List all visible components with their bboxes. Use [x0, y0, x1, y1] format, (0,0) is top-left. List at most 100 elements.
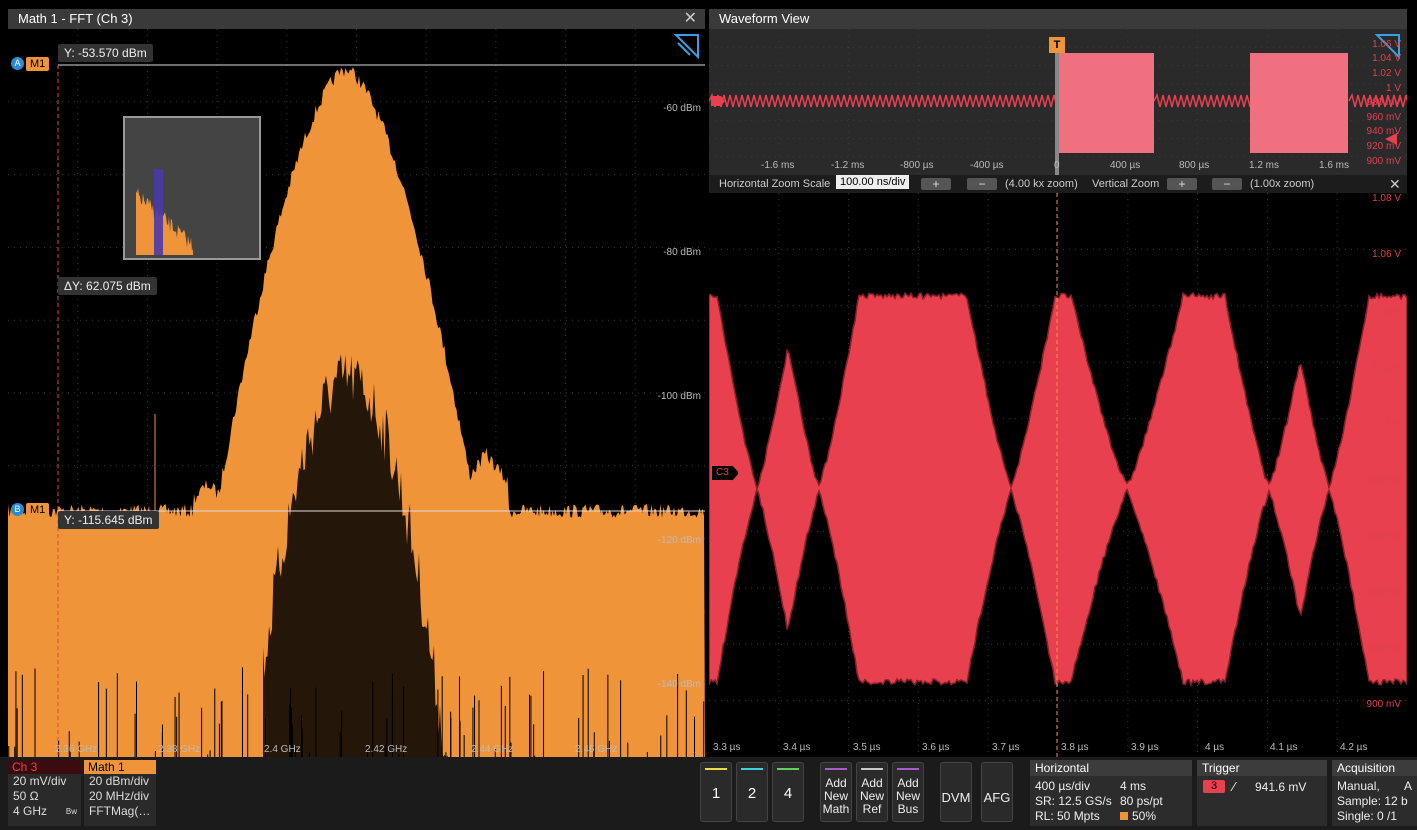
fft-x-tick: 2.36 GHz: [55, 744, 98, 755]
afg-label: AFG: [983, 790, 1011, 805]
zoom-close-icon[interactable]: ✕: [1389, 175, 1401, 193]
fft-close-icon[interactable]: ✕: [684, 9, 697, 29]
h-zoom-label: Horizontal Zoom Scale: [719, 178, 831, 190]
zoom-x-tick: 3.4 µs: [783, 742, 811, 753]
trigger-position-marker[interactable]: T: [1049, 37, 1065, 53]
add-new-bus-label: Add New Bus: [895, 776, 920, 816]
channel-4-label: 4: [783, 785, 793, 802]
channel-2-color-bar: [741, 768, 763, 770]
zoom-x-tick: 4 µs: [1205, 742, 1225, 753]
h-zoom-scale-field[interactable]: 100.00 ns/div: [836, 175, 910, 189]
overview-x-tick: -1.6 ms: [761, 160, 795, 171]
v-zoom-out-button[interactable]: −: [1212, 178, 1242, 190]
trigger-position-percent: 50%: [1132, 809, 1157, 823]
math-1-badge[interactable]: Math 1 20 dBm/div 20 MHz/div FFTMag(…: [84, 760, 156, 826]
sample-rate: SR: 12.5 GS/s: [1035, 794, 1112, 808]
zoom-x-tick: 3.3 µs: [713, 742, 741, 753]
zoom-y-tick: 940 mV: [1366, 587, 1401, 598]
channel-3-bandwidth: 4 GHz: [13, 804, 48, 818]
channel-4-button[interactable]: 4: [772, 762, 804, 822]
fft-x-tick: 2.38 GHz: [158, 744, 201, 755]
channel-2-button[interactable]: 2: [736, 762, 768, 822]
fft-corner-zoom-stroke: [677, 42, 691, 56]
fft-x-tick: 2.46 GHz: [575, 744, 618, 755]
channel-2-label: 2: [747, 785, 757, 802]
fft-panel-titlebar[interactable]: Math 1 - FFT (Ch 3) ✕: [8, 9, 705, 29]
acquisition-settings-box[interactable]: Acquisition Manual, A Sample: 12 b Singl…: [1332, 760, 1417, 826]
zoom-x-tick: 3.9 µs: [1131, 742, 1159, 753]
fft-x-tick: 2.42 GHz: [365, 744, 408, 755]
settings-bar: Ch 3 20 mV/div 50 Ω 4 GHz Bw Math 1 20 d…: [0, 757, 1417, 830]
acquisition-header: Acquisition: [1332, 760, 1417, 776]
overview-zoom-position: [1055, 43, 1059, 175]
v-zoom-in-button[interactable]: +: [1167, 178, 1197, 190]
fft-y-tick: -140 dBm: [657, 679, 701, 690]
fft-y-tick: -60 dBm: [663, 103, 701, 114]
time-resolution: 80 ps/pt: [1120, 794, 1163, 808]
rising-edge-icon: ⁄: [1233, 779, 1236, 794]
thumbnail-zoom-window: [154, 169, 163, 255]
fft-panel-title: Math 1 - FFT (Ch 3): [18, 11, 133, 26]
cursor-delta-readout: ΔY: 62.075 dBm: [58, 277, 157, 295]
zoom-plot[interactable]: [709, 193, 1407, 757]
add-new-ref-button[interactable]: Add New Ref: [856, 762, 888, 822]
bandwidth-limit-icon: Bw: [65, 807, 77, 816]
waveform-panel: Waveform View -1.6 ms -1.2 ms -800 µs -4…: [709, 9, 1407, 757]
channel-1-label: 1: [711, 785, 721, 802]
channel-3-badge[interactable]: Ch 3 20 mV/div 50 Ω 4 GHz Bw: [8, 760, 81, 826]
waveform-title: Waveform View: [719, 11, 810, 26]
add-new-bus-button[interactable]: Add New Bus: [892, 762, 924, 822]
h-zoom-factor: (4.00 kx zoom): [1005, 178, 1078, 190]
overview-y-tick: 1.02 V: [1372, 68, 1401, 79]
dvm-label: DVM: [941, 790, 971, 805]
horizontal-settings-box[interactable]: Horizontal 400 µs/div 4 ms SR: 12.5 GS/s…: [1030, 760, 1192, 826]
add-new-math-label: Add New Math: [822, 776, 850, 816]
overview-burst-1: [1059, 53, 1154, 153]
trigger-settings-box[interactable]: Trigger 3 ⁄ 941.6 mV: [1197, 760, 1327, 826]
math-1-freq-scale: 20 MHz/div: [89, 789, 150, 803]
channel-3-badge-header: Ch 3: [8, 760, 81, 774]
trigger-source-badge: 3: [1203, 780, 1225, 793]
record-length: RL: 50 Mpts: [1035, 809, 1100, 823]
overview-y-tick: 980 mV: [1366, 97, 1401, 108]
h-zoom-in-button[interactable]: +: [921, 178, 951, 190]
zoom-x-tick: 3.8 µs: [1061, 742, 1089, 753]
zoom-x-tick: 4.2 µs: [1340, 742, 1368, 753]
math-1-function: FFTMag(…: [89, 804, 151, 818]
dvm-button[interactable]: DVM: [940, 762, 972, 822]
overview-y-tick: 960 mV: [1366, 112, 1401, 123]
trigger-level: 941.6 mV: [1255, 780, 1307, 794]
cursor-b-readout: Y: -115.645 dBm: [58, 511, 159, 529]
zoom-y-tick: 920 mV: [1366, 643, 1401, 654]
cursor-b-tag[interactable]: B M1: [11, 503, 50, 517]
channel-1-button[interactable]: 1: [700, 762, 732, 822]
cursor-a-tag[interactable]: A M1: [11, 57, 50, 71]
h-zoom-out-button[interactable]: −: [967, 178, 997, 190]
zoom-y-tick: 960 mV: [1366, 531, 1401, 542]
cursor-b-source: M1: [26, 503, 50, 517]
overview-y-tick: 1 V: [1385, 83, 1401, 94]
fft-y-tick: -120 dBm: [657, 535, 701, 546]
afg-button[interactable]: AFG: [981, 762, 1013, 822]
waveform-titlebar[interactable]: Waveform View: [709, 9, 1407, 29]
overview-x-tick: 800 µs: [1179, 160, 1210, 171]
zoom-y-tick: 1.04 V: [1372, 306, 1401, 317]
cursor-a-letter: A: [11, 57, 24, 70]
cursor-a-readout: Y: -53.570 dBm: [58, 44, 153, 62]
math-1-scale: 20 dBm/div: [89, 774, 150, 788]
zoom-y-tick: 1.06 V: [1372, 249, 1401, 260]
channel-4-color-bar: [777, 768, 799, 770]
add-bus-color-bar: [897, 768, 919, 770]
horizontal-scale: 400 µs/div: [1035, 779, 1090, 793]
overview-y-tick: 900 mV: [1366, 156, 1401, 167]
add-new-math-button[interactable]: Add New Math: [820, 762, 852, 822]
add-new-ref-label: Add New Ref: [859, 776, 884, 816]
overview-y-tick: 1.06 V: [1372, 39, 1401, 50]
zoom-toolbar: Horizontal Zoom Scale 100.00 ns/div + − …: [709, 175, 1407, 193]
overview-burst-2: [1250, 53, 1348, 153]
overview-y-tick: 1.04 V: [1372, 53, 1401, 64]
fft-plot[interactable]: [8, 29, 705, 757]
horizontal-duration: 4 ms: [1120, 779, 1147, 793]
channel-3-impedance: 50 Ω: [13, 789, 39, 803]
v-zoom-factor: (1.00x zoom): [1250, 178, 1315, 190]
